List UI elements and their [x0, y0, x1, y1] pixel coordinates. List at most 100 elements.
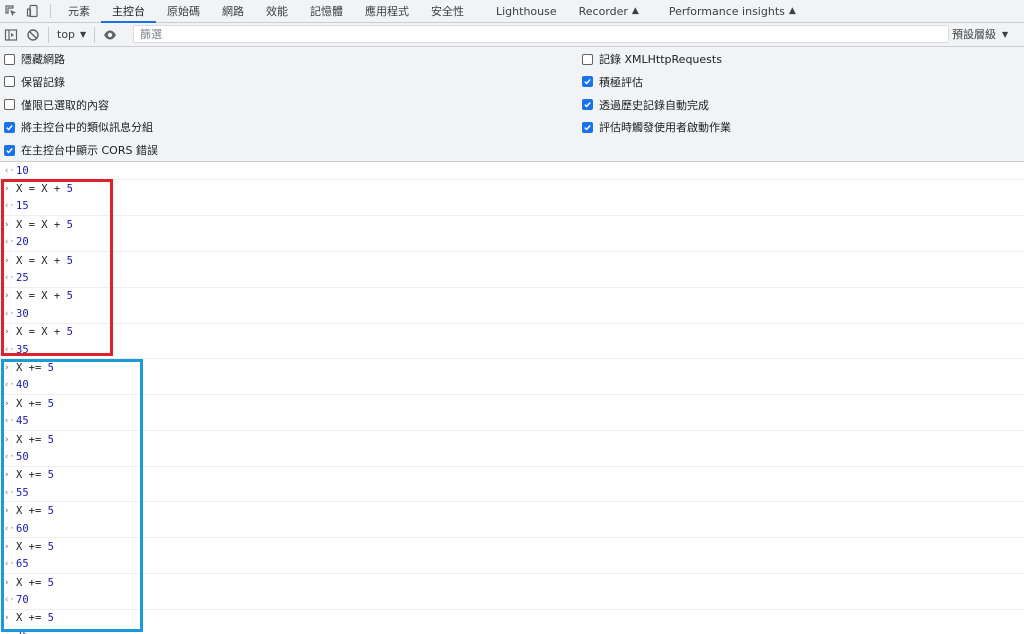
console-entry: › X = X + 5 ‹· 30 [0, 288, 1024, 324]
setting-checkbox[interactable] [4, 121, 15, 133]
setting-label: 評估時觸發使用者啟動作業 [599, 121, 731, 135]
tab-label: 元素 [68, 5, 90, 18]
filter-input[interactable] [133, 25, 949, 43]
tab-4[interactable]: 效能 [255, 0, 299, 22]
tab-1[interactable]: 主控台 [101, 0, 156, 23]
tab-6[interactable]: 應用程式 [354, 0, 420, 22]
console-input-line[interactable]: › X += 5 [0, 467, 1024, 484]
setting-right-0[interactable]: 記錄 XMLHttpRequests [582, 51, 722, 67]
result-value: 75 [16, 630, 29, 634]
input-code: X += [16, 505, 48, 518]
input-prompt-icon: › [4, 434, 10, 445]
input-prompt-icon: › [4, 613, 10, 624]
console-input-line[interactable]: › X = X + 5 [0, 216, 1024, 233]
tab-9[interactable]: Recorder ▲ [568, 0, 650, 22]
setting-right-3[interactable]: 評估時觸發使用者啟動作業 [582, 119, 731, 135]
console-input-line[interactable]: › X = X + 5 [0, 252, 1024, 269]
result-value: 65 [16, 558, 29, 571]
result-arrow-icon: ‹· [4, 344, 15, 355]
input-number: 5 [47, 469, 54, 482]
setting-checkbox[interactable] [582, 99, 593, 111]
input-code: X += [16, 612, 48, 625]
console-sidebar-icon[interactable] [0, 24, 22, 46]
input-code: X += [16, 576, 48, 589]
input-code: X += [16, 540, 48, 553]
setting-left-0[interactable]: 隱藏網路 [4, 51, 65, 67]
input-number: 5 [47, 540, 54, 553]
console-input-line[interactable]: › X += 5 [0, 574, 1024, 591]
live-expression-icon[interactable] [99, 24, 121, 46]
result-value: 60 [16, 522, 29, 535]
context-selector[interactable]: top ▼ [53, 24, 90, 46]
input-prompt-icon: › [4, 362, 10, 373]
input-number: 5 [66, 183, 73, 196]
console-input-line[interactable]: › X += 5 [0, 395, 1024, 412]
tab-bar-divider [50, 4, 51, 18]
console-entry: ‹· 10 [0, 162, 1024, 181]
console-entry: › X += 5 ‹· 45 [0, 395, 1024, 431]
chevron-down-icon: ▼ [1002, 29, 1009, 39]
setting-right-2[interactable]: 透過歷史記錄自動完成 [582, 97, 709, 113]
input-number: 5 [66, 326, 73, 339]
result-arrow-icon: ‹· [4, 487, 15, 498]
tab-3[interactable]: 網路 [211, 0, 255, 22]
input-code: X += [16, 433, 48, 446]
clear-console-icon[interactable] [22, 24, 44, 46]
setting-label: 積極評估 [599, 75, 643, 89]
setting-checkbox[interactable] [4, 99, 15, 111]
console-input-line[interactable]: › X += 5 [0, 538, 1024, 555]
console-input-line[interactable]: › X = X + 5 [0, 180, 1024, 197]
tab-7[interactable]: 安全性 [420, 0, 475, 22]
setting-label: 透過歷史記錄自動完成 [599, 98, 709, 112]
console-input-line[interactable]: › X = X + 5 [0, 288, 1024, 305]
setting-label: 僅限已選取的內容 [21, 98, 109, 112]
chevron-down-icon: ▼ [80, 30, 87, 39]
result-value: 20 [16, 236, 29, 249]
input-number: 5 [47, 505, 54, 518]
input-prompt-icon: › [4, 291, 10, 302]
console-entry: › X += 5 ‹· 50 [0, 431, 1024, 467]
setting-label: 記錄 XMLHttpRequests [599, 53, 722, 66]
setting-left-2[interactable]: 僅限已選取的內容 [4, 97, 109, 113]
tab-label: 原始碼 [167, 5, 200, 18]
tab-0[interactable]: 元素 [57, 0, 101, 22]
log-levels-label: 預設層級 [952, 28, 996, 41]
console-input-line[interactable]: › X += 5 [0, 502, 1024, 519]
setting-left-3[interactable]: 將主控台中的類似訊息分組 [4, 119, 153, 135]
input-number: 5 [66, 254, 73, 267]
input-code: X += [16, 361, 48, 374]
log-levels-dropdown[interactable]: 預設層級 ▼ [952, 23, 1008, 45]
result-value: 70 [16, 594, 29, 607]
input-prompt-icon: › [4, 577, 10, 588]
setting-checkbox[interactable] [4, 144, 15, 156]
setting-checkbox[interactable] [582, 76, 593, 88]
inspect-element-icon[interactable] [0, 0, 22, 22]
setting-checkbox[interactable] [4, 53, 15, 65]
console-input-line[interactable]: › X += 5 [0, 359, 1024, 376]
tab-label: 主控台 [112, 5, 145, 18]
result-arrow-icon: ‹· [4, 273, 15, 284]
setting-left-4[interactable]: 在主控台中顯示 CORS 錯誤 [4, 142, 158, 158]
result-arrow-icon: ‹· [4, 165, 15, 176]
tab-10[interactable]: Performance insights ▲ [658, 0, 807, 22]
console-input-line[interactable]: › X += 5 [0, 431, 1024, 448]
setting-right-1[interactable]: 積極評估 [582, 74, 643, 90]
console-result-line: ‹· 60 [0, 520, 1024, 537]
setting-checkbox[interactable] [582, 121, 593, 133]
result-value: 45 [16, 415, 29, 428]
console-toolbar: top ▼ 預設層級 ▼ [0, 23, 1024, 47]
tab-5[interactable]: 記憶體 [299, 0, 354, 22]
tab-8[interactable]: Lighthouse [485, 0, 568, 22]
input-prompt-icon: › [4, 541, 10, 552]
console-input-line[interactable]: › X = X + 5 [0, 324, 1024, 341]
console-input-line[interactable]: › X += 5 [0, 610, 1024, 627]
setting-checkbox[interactable] [582, 53, 593, 65]
setting-checkbox[interactable] [4, 76, 15, 88]
tab-2[interactable]: 原始碼 [156, 0, 211, 22]
input-code: X = X + [16, 183, 67, 196]
input-prompt-icon: › [4, 184, 10, 195]
console-entry: › X += 5 ‹· 60 [0, 502, 1024, 539]
result-value: 40 [16, 379, 29, 392]
setting-left-1[interactable]: 保留記錄 [4, 74, 65, 90]
device-toolbar-icon[interactable] [22, 0, 44, 22]
